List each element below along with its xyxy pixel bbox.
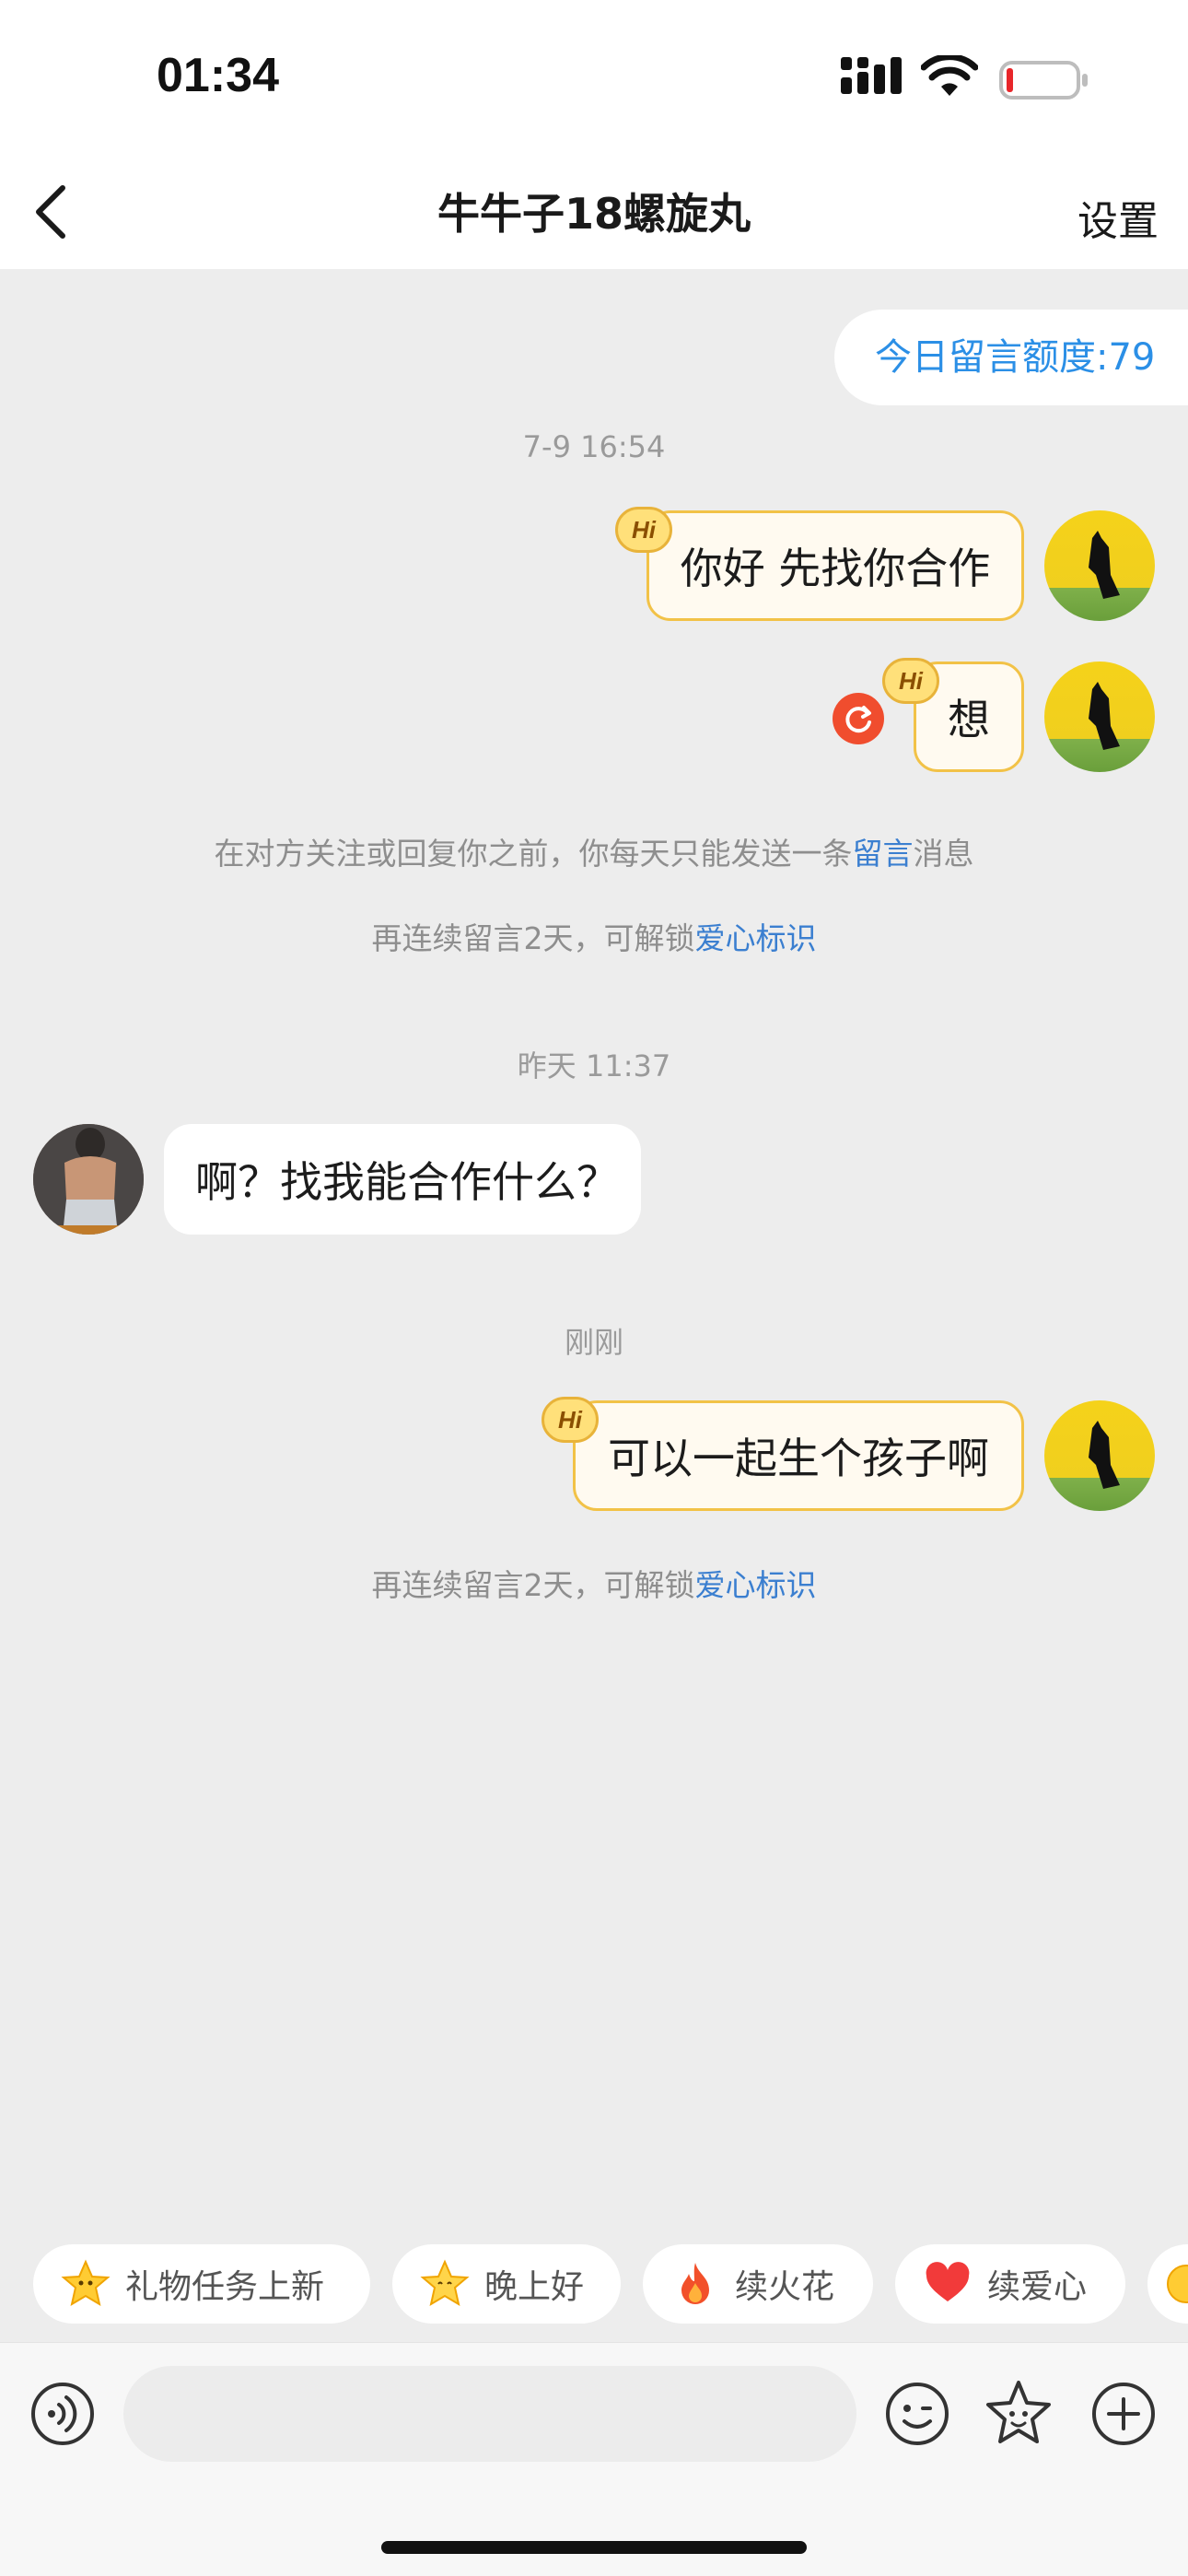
timestamp: 昨天 11:37 — [517, 1048, 671, 1083]
emoji-icon[interactable] — [884, 2381, 950, 2447]
avatar[interactable] — [1044, 510, 1155, 621]
chip-label: 晚上好 — [484, 2268, 585, 2306]
message-link[interactable]: 留言 — [853, 836, 914, 872]
quick-reply-chip[interactable]: 礼物任务上新 — [33, 2244, 370, 2324]
system-notice: 再连续留言2天，可解锁爱心标识 — [371, 1567, 817, 1603]
message-input[interactable] — [123, 2366, 856, 2462]
horse-icon — [1089, 682, 1120, 750]
status-time: 01:34 — [157, 49, 279, 102]
hi-greeting-icon: Hi — [615, 507, 672, 553]
system-notice: 再连续留言2天，可解锁爱心标识 — [371, 920, 817, 956]
heart-icon — [926, 2262, 970, 2301]
top-bar: 01:34 牛牛子18螺旋丸 设置 — [0, 0, 1188, 269]
message-text: 想 — [948, 695, 990, 744]
message-bubble-incoming[interactable]: 啊？找我能合作什么？ — [164, 1124, 641, 1235]
message-text: 啊？找我能合作什么？ — [195, 1157, 619, 1207]
avatar[interactable] — [1044, 1400, 1155, 1511]
avatar[interactable] — [33, 1124, 144, 1235]
home-indicator — [381, 2541, 807, 2554]
fire-icon — [681, 2263, 709, 2304]
wifi-icon — [921, 55, 978, 96]
avatar[interactable] — [1044, 662, 1155, 772]
hi-greeting-icon: Hi — [882, 658, 939, 704]
settings-button[interactable]: 设置 — [1077, 188, 1159, 247]
quick-reply-chip[interactable]: 晚上好 — [392, 2244, 621, 2324]
sticker-star-icon[interactable] — [984, 2379, 1054, 2449]
message-bubble-outgoing[interactable]: 可以一起生个孩子啊 — [573, 1400, 1024, 1511]
chip-label: 续火花 — [735, 2268, 835, 2306]
chip-label: 续爱心 — [987, 2268, 1088, 2306]
star-face-icon — [61, 2259, 111, 2307]
message-quota-badge[interactable]: 今日留言额度:79 — [834, 310, 1188, 405]
chip-label: 礼物任务上新 — [125, 2268, 325, 2306]
quick-reply-chip-partial[interactable] — [1147, 2244, 1188, 2324]
heart-badge-link[interactable]: 爱心标识 — [695, 920, 817, 956]
hi-greeting-icon: Hi — [542, 1397, 599, 1443]
timestamp: 刚刚 — [564, 1325, 623, 1360]
signal-icon — [841, 57, 902, 94]
heart-badge-link[interactable]: 爱心标识 — [695, 1567, 817, 1603]
battery-icon — [999, 61, 1088, 100]
resend-icon[interactable] — [833, 693, 884, 744]
voice-input-icon[interactable] — [29, 2381, 96, 2447]
page-title: 牛牛子18螺旋丸 — [437, 189, 751, 239]
star-face-icon — [1167, 2265, 1188, 2303]
star-face-icon — [420, 2259, 470, 2307]
quick-reply-chip[interactable]: 续爱心 — [895, 2244, 1125, 2324]
message-text: 可以一起生个孩子啊 — [608, 1434, 989, 1483]
user-photo-icon — [33, 1124, 144, 1235]
horse-icon — [1089, 1421, 1120, 1489]
timestamp: 7-9 16:54 — [522, 429, 666, 464]
message-bubble-outgoing[interactable]: 你好 先找你合作 — [646, 510, 1024, 621]
quick-reply-chip[interactable]: 续火花 — [643, 2244, 873, 2324]
add-icon[interactable] — [1090, 2381, 1157, 2447]
horse-icon — [1089, 531, 1120, 599]
message-text: 你好 先找你合作 — [680, 544, 991, 593]
system-notice: 在对方关注或回复你之前，你每天只能发送一条留言消息 — [214, 836, 974, 872]
